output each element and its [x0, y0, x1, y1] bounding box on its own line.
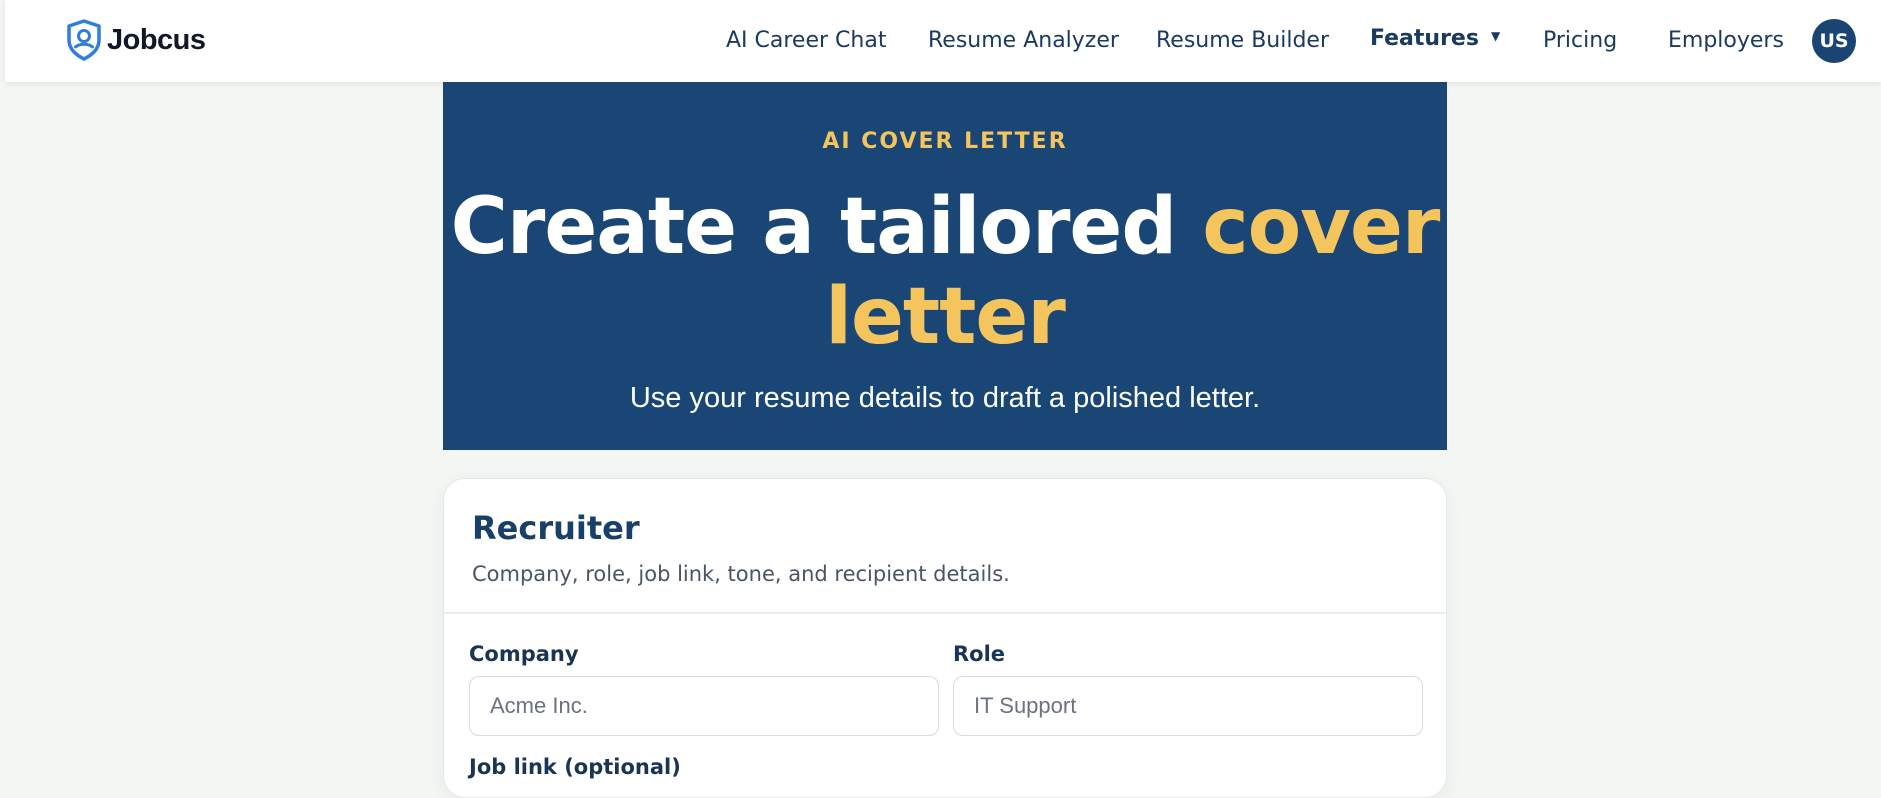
role-input[interactable] [953, 676, 1423, 736]
nav-link-resume-analyzer[interactable]: Resume Analyzer [928, 28, 1119, 53]
recruiter-card: Recruiter Company, role, job link, tone,… [443, 478, 1447, 798]
company-label: Company [469, 642, 579, 666]
hero-eyebrow: AI COVER LETTER [822, 129, 1068, 154]
role-label: Role [953, 642, 1006, 666]
chevron-down-icon: ▼ [1490, 29, 1501, 43]
recruiter-title: Recruiter [472, 509, 640, 547]
nav-link-resume-builder[interactable]: Resume Builder [1156, 28, 1329, 53]
job-link-label: Job link (optional) [469, 755, 681, 779]
company-input[interactable] [469, 676, 939, 736]
top-navbar: Jobcus AI Career Chat Resume Analyzer Re… [5, 0, 1881, 82]
nav-link-pricing[interactable]: Pricing [1543, 28, 1617, 53]
nav-link-ai-career-chat[interactable]: AI Career Chat [726, 28, 886, 53]
recruiter-description: Company, role, job link, tone, and recip… [472, 562, 1010, 586]
hero-subtitle: Use your resume details to draft a polis… [629, 382, 1261, 414]
nav-link-features-label: Features [1370, 26, 1479, 51]
hero-title: Create a tailored cover letter [443, 182, 1447, 362]
nav-menu: AI Career Chat Resume Analyzer Resume Bu… [5, 0, 1881, 82]
hero-title-main: Create a tailored [450, 182, 1203, 272]
recruiter-card-header: Recruiter Company, role, job link, tone,… [444, 479, 1446, 614]
hero-banner: AI COVER LETTER Create a tailored cover … [443, 82, 1447, 450]
nav-link-features[interactable]: Features ▼ [1370, 26, 1500, 51]
nav-link-employers[interactable]: Employers [1668, 28, 1784, 53]
user-avatar[interactable]: US [1812, 19, 1856, 63]
